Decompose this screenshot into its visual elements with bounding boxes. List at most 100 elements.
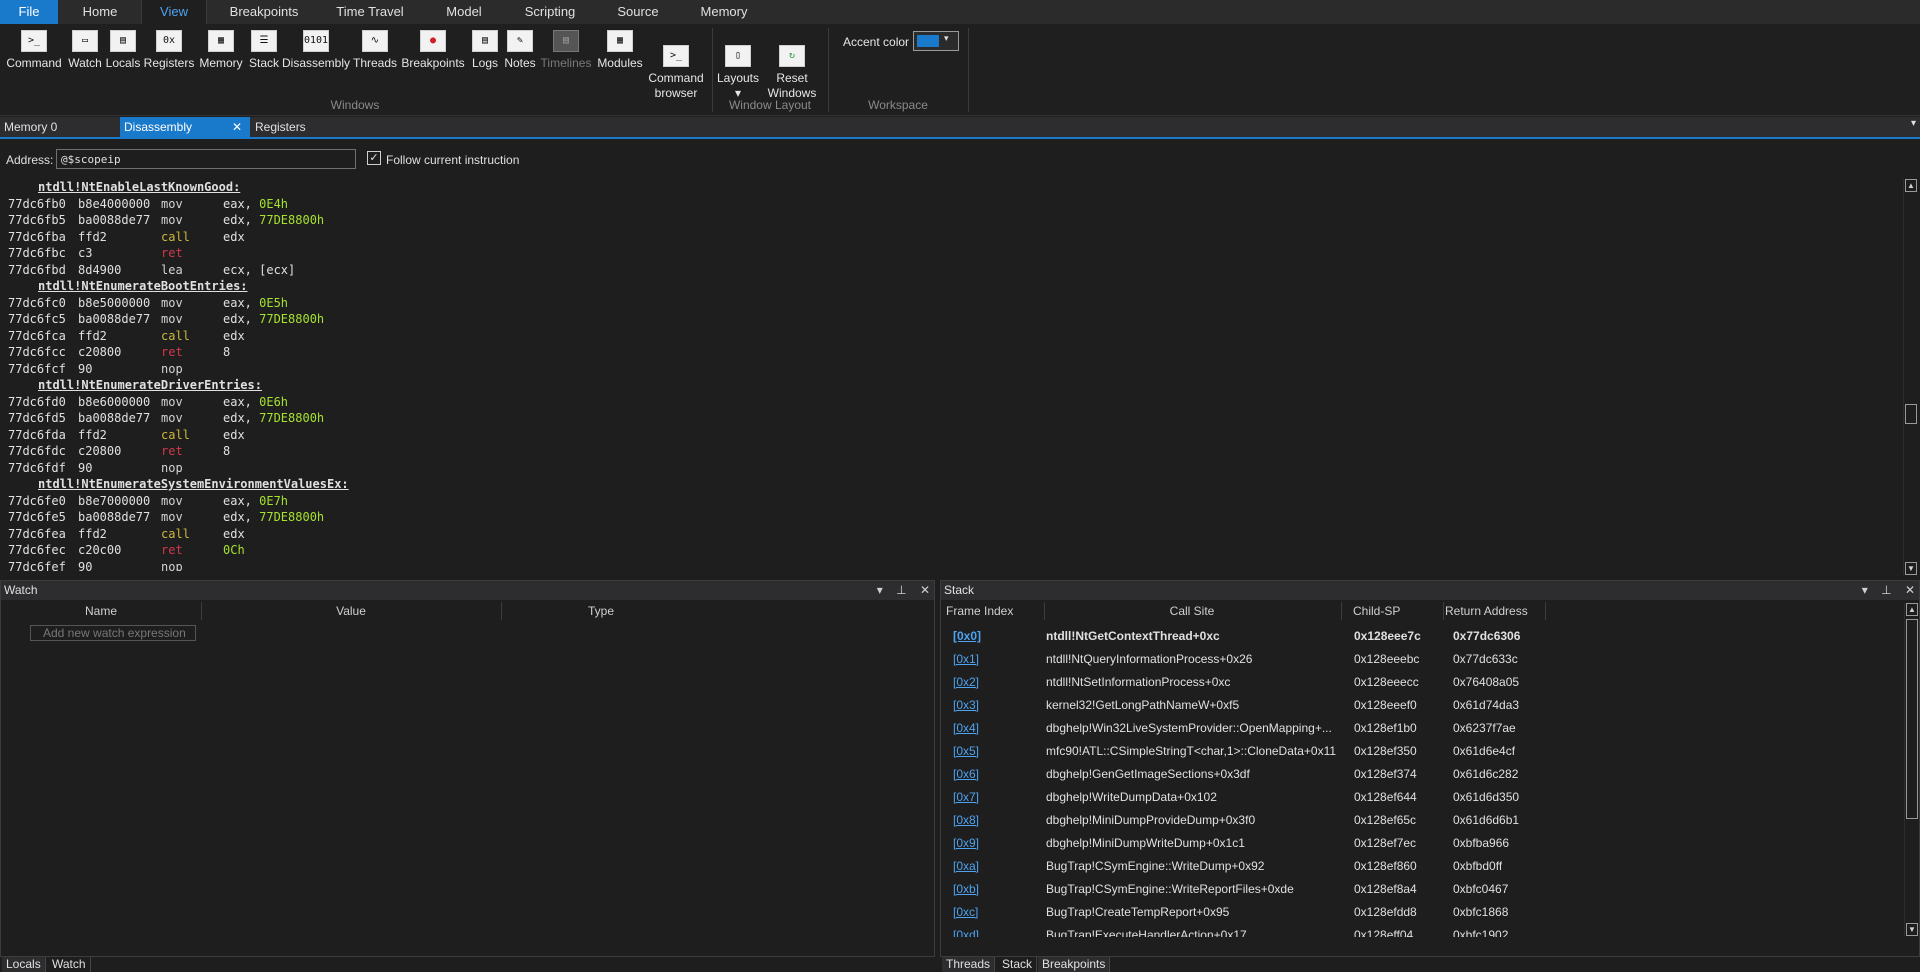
disasm-line[interactable]: 77dc6fd5 ba0088de77 mov edx, 77DE8800h	[8, 410, 1888, 427]
bottom-tab-threads[interactable]: Threads	[942, 957, 996, 972]
registers-button[interactable]: 0x Registers	[143, 30, 195, 100]
scroll-down-icon[interactable]: ▼	[1905, 562, 1917, 575]
command-button[interactable]: >_ Command	[4, 30, 64, 100]
disasm-line[interactable]: 77dc6fcc c20800 ret 8	[8, 344, 1888, 361]
stack-frame-row[interactable]: [0x6] dbghelp!GenGetImageSections+0x3df 0x…	[941, 763, 1901, 786]
frame-index-link[interactable]: [0x4]	[953, 717, 979, 740]
disasm-line[interactable]: 77dc6fea ffd2 call edx	[8, 526, 1888, 543]
column-header-name[interactable]: Name	[1, 602, 201, 620]
disasm-line[interactable]: 77dc6fb0 b8e4000000 mov eax, 0E4h	[8, 196, 1888, 213]
stack-frame-row[interactable]: [0x5] mfc90!ATL::CSimpleStringT<char,1>::…	[941, 740, 1901, 763]
frame-index-link[interactable]: [0xd]	[953, 924, 979, 937]
column-divider[interactable]	[1545, 602, 1546, 620]
stack-frame-row[interactable]: [0x8] dbghelp!MiniDumpProvideDump+0x3f0 0x…	[941, 809, 1901, 832]
stack-button[interactable]: ☰ Stack	[246, 30, 282, 100]
close-icon[interactable]: ✕	[920, 583, 930, 597]
disasm-line[interactable]: 77dc6fb5 ba0088de77 mov edx, 77DE8800h	[8, 212, 1888, 229]
disasm-line[interactable]: 77dc6fbd 8d4900 lea ecx, [ecx]	[8, 262, 1888, 279]
stack-frame-row[interactable]: [0xa] BugTrap!CSymEngine::WriteDump+0x92 0…	[941, 855, 1901, 878]
frame-index-link[interactable]: [0x0]	[953, 625, 981, 648]
frame-index-link[interactable]: [0x1]	[953, 648, 979, 671]
notes-button[interactable]: ✎ Notes	[502, 30, 538, 100]
address-input[interactable]	[56, 149, 356, 169]
dropdown-icon[interactable]: ▾	[877, 583, 883, 597]
stack-scrollbar[interactable]: ▲ ▼	[1904, 603, 1918, 936]
frame-index-link[interactable]: [0x9]	[953, 832, 979, 855]
tab-scripting[interactable]: Scripting	[515, 0, 585, 24]
watch-button[interactable]: ▭ Watch	[66, 30, 104, 100]
frame-index-link[interactable]: [0x6]	[953, 763, 979, 786]
disasm-line[interactable]: 77dc6fdf 90 nop	[8, 460, 1888, 477]
column-header-frame-index[interactable]: Frame Index	[946, 602, 1046, 620]
stack-frame-row[interactable]: [0xc] BugTrap!CreateTempReport+0x95 0x128e…	[941, 901, 1901, 924]
tab-registers[interactable]: Registers	[251, 117, 331, 137]
disasm-line[interactable]: 77dc6fba ffd2 call edx	[8, 229, 1888, 246]
column-header-type[interactable]: Type	[501, 602, 701, 620]
tab-view[interactable]: View	[141, 0, 207, 24]
breakpoints-button[interactable]: ● Breakpoints	[400, 30, 466, 100]
stack-frame-row[interactable]: [0x7] dbghelp!WriteDumpData+0x102 0x128ef6…	[941, 786, 1901, 809]
disasm-line[interactable]: 77dc6fbc c3 ret	[8, 245, 1888, 262]
disasm-line[interactable]: 77dc6fca ffd2 call edx	[8, 328, 1888, 345]
column-header-return-address[interactable]: Return Address	[1445, 602, 1545, 620]
disasm-line[interactable]: 77dc6fda ffd2 call edx	[8, 427, 1888, 444]
stack-frame-row[interactable]: [0xd] BugTrap!ExecuteHandlerAction+0x17 0x…	[941, 924, 1901, 937]
disasm-line[interactable]: 77dc6fcf 90 nop	[8, 361, 1888, 378]
column-divider[interactable]	[1341, 602, 1342, 620]
disasm-line[interactable]: 77dc6fd0 b8e6000000 mov eax, 0E6h	[8, 394, 1888, 411]
tab-source[interactable]: Source	[610, 0, 666, 24]
scroll-up-icon[interactable]: ▲	[1905, 179, 1917, 192]
disasm-line[interactable]: 77dc6fe0 b8e7000000 mov eax, 0E7h	[8, 493, 1888, 510]
command-browser-button[interactable]: >_ Command browser	[646, 30, 706, 100]
tab-time-travel[interactable]: Time Travel	[330, 0, 410, 24]
memory-button[interactable]: ▦ Memory	[196, 30, 246, 100]
frame-index-link[interactable]: [0xb]	[953, 878, 979, 901]
disasm-symbol-label[interactable]: ntdll!NtEnumerateBootEntries:	[8, 278, 1888, 295]
tab-memory[interactable]: Memory	[692, 0, 756, 24]
disasm-line[interactable]: 77dc6fef 90 nop	[8, 559, 1888, 572]
tab-overflow-icon[interactable]: ▾	[1911, 118, 1916, 129]
reset-windows-button[interactable]: ↻ Reset Windows	[764, 30, 820, 100]
stack-frame-row[interactable]: [0x9] dbghelp!MiniDumpWriteDump+0x1c1 0x12…	[941, 832, 1901, 855]
accent-color-picker[interactable]: ▾	[913, 31, 959, 51]
disasm-line[interactable]: 77dc6fe5 ba0088de77 mov edx, 77DE8800h	[8, 509, 1888, 526]
modules-button[interactable]: ▦ Modules	[596, 30, 644, 100]
add-watch-input[interactable]: Add new watch expression	[30, 625, 196, 641]
follow-instruction-checkbox[interactable]: ✓	[367, 151, 381, 165]
disassembly-button[interactable]: 0101 Disassembly	[282, 30, 350, 100]
frame-index-link[interactable]: [0x3]	[953, 694, 979, 717]
frame-index-link[interactable]: [0xc]	[953, 901, 978, 924]
pin-icon[interactable]: ⊥	[1881, 583, 1891, 597]
stack-frame-row[interactable]: [0x0] ntdll!NtGetContextThread+0xc 0x128ee…	[941, 625, 1901, 648]
stack-frame-row[interactable]: [0x3] kernel32!GetLongPathNameW+0xf5 0x128…	[941, 694, 1901, 717]
disassembly-listing[interactable]: ntdll!NtEnableLastKnownGood: 77dc6fb0 b8e4…	[8, 179, 1888, 571]
scroll-up-icon[interactable]: ▲	[1906, 603, 1918, 616]
locals-button[interactable]: ▤ Locals	[104, 30, 142, 100]
column-header-value[interactable]: Value	[201, 602, 501, 620]
stack-frame-row[interactable]: [0x2] ntdll!NtSetInformationProcess+0xc 0x…	[941, 671, 1901, 694]
disasm-symbol-label[interactable]: ntdll!NtEnumerateDriverEntries:	[8, 377, 1888, 394]
disasm-line[interactable]: 77dc6fec c20c00 ret 0Ch	[8, 542, 1888, 559]
bottom-tab-stack[interactable]: Stack	[998, 957, 1038, 972]
tab-file[interactable]: File	[0, 0, 58, 24]
bottom-tab-locals[interactable]: Locals	[2, 957, 46, 972]
scroll-thumb[interactable]	[1905, 404, 1917, 424]
tab-home[interactable]: Home	[70, 0, 130, 24]
tab-breakpoints[interactable]: Breakpoints	[222, 0, 306, 24]
close-icon[interactable]: ✕	[1905, 583, 1915, 597]
frame-index-link[interactable]: [0xa]	[953, 855, 979, 878]
logs-button[interactable]: ▤ Logs	[468, 30, 502, 100]
tab-disassembly[interactable]: Disassembly ✕	[120, 117, 250, 137]
frame-index-link[interactable]: [0x7]	[953, 786, 979, 809]
stack-frame-row[interactable]: [0xb] BugTrap!CSymEngine::WriteReportFile…	[941, 878, 1901, 901]
tab-model[interactable]: Model	[436, 0, 492, 24]
frame-index-link[interactable]: [0x2]	[953, 671, 979, 694]
stack-frame-row[interactable]: [0x1] ntdll!NtQueryInformationProcess+0x2…	[941, 648, 1901, 671]
disasm-line[interactable]: 77dc6fc5 ba0088de77 mov edx, 77DE8800h	[8, 311, 1888, 328]
stack-frame-row[interactable]: [0x4] dbghelp!Win32LiveSystemProvider::Op…	[941, 717, 1901, 740]
scroll-thumb[interactable]	[1906, 619, 1918, 819]
frame-index-link[interactable]: [0x8]	[953, 809, 979, 832]
disasm-symbol-label[interactable]: ntdll!NtEnableLastKnownGood:	[8, 179, 1888, 196]
column-header-child-sp[interactable]: Child-SP	[1353, 602, 1443, 620]
frame-index-link[interactable]: [0x5]	[953, 740, 979, 763]
